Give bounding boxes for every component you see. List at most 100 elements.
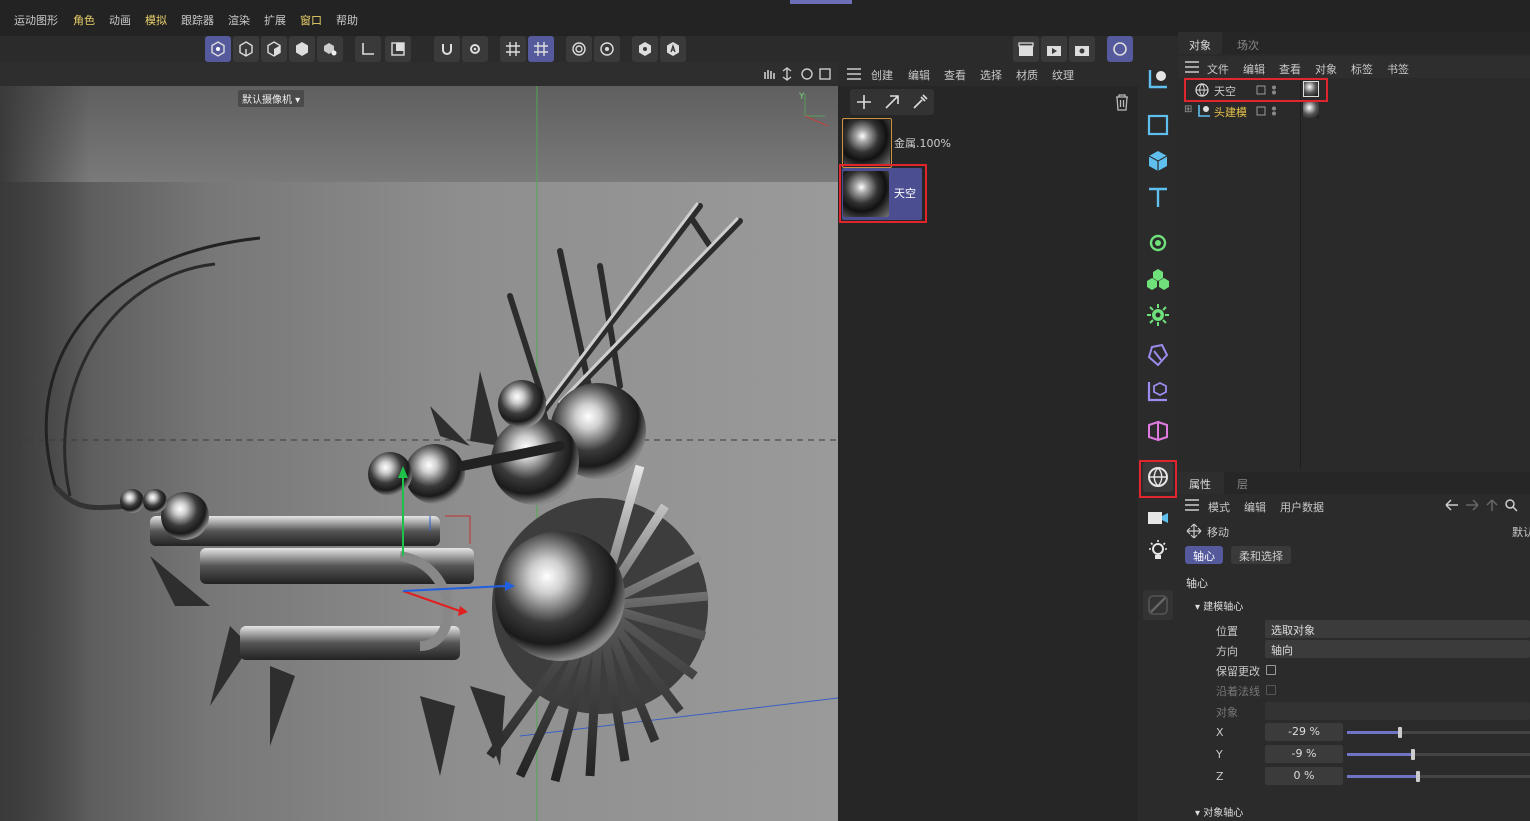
mat-menu-view[interactable]: 查看 bbox=[944, 67, 966, 83]
workplane-button[interactable] bbox=[528, 36, 554, 62]
camera-button[interactable] bbox=[1143, 502, 1173, 532]
hamburger-icon[interactable] bbox=[1185, 499, 1199, 511]
menu-animation[interactable]: 动画 bbox=[109, 12, 131, 28]
axis-z-slider[interactable] bbox=[1347, 771, 1530, 782]
mat-menu-select[interactable]: 选择 bbox=[980, 67, 1002, 83]
material-metal[interactable] bbox=[842, 118, 892, 168]
menu-character[interactable]: 角色 bbox=[73, 12, 95, 28]
obj-menu-file[interactable]: 文件 bbox=[1207, 61, 1229, 77]
expand-icon[interactable]: ⊞ bbox=[1184, 104, 1192, 115]
render-view-button[interactable] bbox=[1013, 36, 1039, 62]
obj-menu-view[interactable]: 查看 bbox=[1279, 61, 1301, 77]
tab-takes[interactable]: 场次 bbox=[1237, 37, 1259, 53]
render-settings-button[interactable] bbox=[1069, 36, 1095, 62]
null-object-button[interactable] bbox=[1143, 64, 1173, 94]
section-title: 轴心 bbox=[1186, 577, 1208, 590]
spline-button[interactable] bbox=[1143, 110, 1173, 140]
tab-layers[interactable]: 层 bbox=[1237, 476, 1248, 492]
mograph-button[interactable] bbox=[1143, 264, 1173, 294]
trash-icon[interactable] bbox=[1114, 93, 1130, 111]
attr-menu-edit[interactable]: 编辑 bbox=[1244, 499, 1266, 515]
attr-menu-mode[interactable]: 模式 bbox=[1208, 499, 1230, 515]
axis-mode-button[interactable] bbox=[355, 36, 381, 62]
object-name-head-model: 头建模 bbox=[1214, 106, 1247, 119]
attr-nav-icons[interactable] bbox=[1444, 498, 1530, 512]
menu-tracker[interactable]: 跟踪器 bbox=[181, 12, 214, 28]
polygons-mode-button[interactable] bbox=[261, 36, 287, 62]
obj-menu-edit[interactable]: 编辑 bbox=[1243, 61, 1265, 77]
grid-button[interactable] bbox=[500, 36, 526, 62]
uv-mode-button[interactable] bbox=[317, 36, 343, 62]
eyedropper-icon[interactable] bbox=[912, 94, 928, 110]
tab-objects[interactable]: 对象 bbox=[1189, 37, 1211, 53]
layout-switch-button[interactable] bbox=[1107, 36, 1133, 62]
deformer-button[interactable] bbox=[1143, 340, 1173, 370]
obj-menu-bookmarks[interactable]: 书签 bbox=[1387, 61, 1409, 77]
menu-window[interactable]: 窗口 bbox=[300, 12, 322, 28]
subtab-pivot[interactable]: 轴心 bbox=[1185, 546, 1223, 564]
mat-menu-create[interactable]: 创建 bbox=[871, 67, 893, 83]
viewport-nav-icons[interactable] bbox=[762, 67, 832, 81]
tab-attributes[interactable]: 属性 bbox=[1189, 476, 1211, 492]
direction-dropdown[interactable]: 轴向 bbox=[1265, 640, 1530, 658]
axis-y-value[interactable]: -9 % bbox=[1265, 745, 1343, 763]
group-modeling-axis[interactable]: ▾ 建模轴心 bbox=[1195, 598, 1243, 613]
points-mode-button[interactable] bbox=[205, 36, 231, 62]
menu-help[interactable]: 帮助 bbox=[336, 12, 358, 28]
axis-z-slider-knob[interactable] bbox=[1416, 771, 1421, 782]
field-button[interactable] bbox=[1143, 376, 1173, 406]
visibility-dots-icon[interactable] bbox=[1256, 106, 1278, 116]
3d-viewport[interactable]: 默认摄像机 ▾ Y bbox=[0, 86, 838, 821]
model-mode-button[interactable] bbox=[289, 36, 315, 62]
group-object-axis[interactable]: ▾ 对象轴心 bbox=[1195, 804, 1243, 819]
attr-menu-userdata[interactable]: 用户数据 bbox=[1280, 499, 1324, 515]
axis-z-value[interactable]: 0 % bbox=[1265, 767, 1343, 785]
solo-button[interactable] bbox=[385, 36, 411, 62]
highlight-box-sky-material bbox=[839, 164, 927, 223]
disabled-tool-button[interactable] bbox=[1143, 590, 1173, 620]
menu-extensions[interactable]: 扩展 bbox=[264, 12, 286, 28]
menu-render[interactable]: 渲染 bbox=[228, 12, 250, 28]
axis-y-slider-knob[interactable] bbox=[1410, 749, 1415, 760]
axis-x-slider-knob[interactable] bbox=[1398, 727, 1403, 738]
mat-menu-edit[interactable]: 编辑 bbox=[908, 67, 930, 83]
object-link-field[interactable] bbox=[1265, 702, 1530, 720]
position-dropdown[interactable]: 选取对象 bbox=[1265, 620, 1530, 638]
cube-button[interactable] bbox=[1143, 146, 1173, 176]
hamburger-icon[interactable] bbox=[847, 68, 861, 80]
arrow-up-right-icon[interactable] bbox=[884, 94, 900, 110]
mat-menu-material[interactable]: 材质 bbox=[1016, 67, 1038, 83]
dragon-head-model[interactable] bbox=[0, 86, 838, 821]
edges-mode-button[interactable] bbox=[233, 36, 259, 62]
anti-alias-button[interactable] bbox=[660, 36, 686, 62]
snap-settings-button[interactable] bbox=[462, 36, 488, 62]
text-button[interactable] bbox=[1143, 182, 1173, 212]
along-normal-checkbox[interactable] bbox=[1266, 685, 1276, 695]
keep-changes-checkbox[interactable] bbox=[1266, 665, 1276, 675]
display-mode-button[interactable] bbox=[632, 36, 658, 62]
menu-simulate[interactable]: 模拟 bbox=[145, 12, 167, 28]
light-button[interactable] bbox=[1143, 536, 1173, 566]
menu-motion-graphics[interactable]: 运动图形 bbox=[14, 12, 58, 28]
subtab-soft-selection[interactable]: 柔和选择 bbox=[1231, 546, 1291, 564]
snap-magnet-button[interactable] bbox=[434, 36, 460, 62]
object-row-head-model[interactable]: ⊞ 头建模 bbox=[1178, 101, 1530, 121]
axis-x-slider[interactable] bbox=[1347, 727, 1530, 738]
render-picture-viewer-button[interactable] bbox=[1041, 36, 1067, 62]
effector-button[interactable] bbox=[1143, 300, 1173, 330]
plus-icon[interactable] bbox=[856, 94, 872, 110]
axis-y-slider[interactable] bbox=[1347, 749, 1530, 760]
obj-menu-object[interactable]: 对象 bbox=[1315, 61, 1337, 77]
view-settings-button[interactable] bbox=[594, 36, 620, 62]
axis-x-slider-fill bbox=[1347, 731, 1401, 734]
object-manager-tabs: 对象 场次 bbox=[1178, 32, 1530, 54]
metal-material-tag[interactable] bbox=[1303, 102, 1319, 118]
mat-menu-texture[interactable]: 纹理 bbox=[1052, 67, 1074, 83]
hair-button[interactable] bbox=[1143, 416, 1173, 446]
cloner-button[interactable] bbox=[1143, 228, 1173, 258]
clapper-gear-icon bbox=[1075, 46, 1089, 56]
hamburger-icon[interactable] bbox=[1185, 61, 1199, 73]
axis-x-value[interactable]: -29 % bbox=[1265, 723, 1343, 741]
view-target-button[interactable] bbox=[566, 36, 592, 62]
obj-menu-tags[interactable]: 标签 bbox=[1351, 61, 1373, 77]
